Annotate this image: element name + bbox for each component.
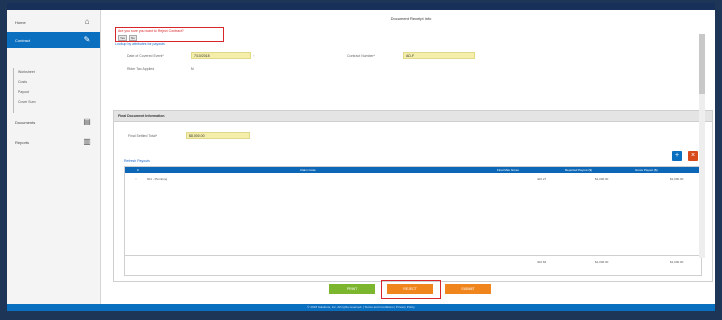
delete-row-button[interactable]: × [688,151,698,161]
submenu-item-cover-sum[interactable]: Cover Sum [18,100,36,104]
row-claim-code: 601 - Plumbing [147,177,168,181]
table-row[interactable]: ○ 601 - Plumbing 402.27 $1,000.00 $1,000… [125,175,701,183]
sidebar-item-contract[interactable]: Contract ✎ [7,32,100,48]
reject-confirmation: Are you sure you want to Reject Contract… [115,27,224,42]
payout-table: # Claim Code Final Max Gross Reported Pa… [124,166,702,276]
reject-button[interactable]: REJECT [387,284,433,294]
document-icon: ▤ [83,117,91,126]
contract-number-label: Contract Number* [347,54,376,58]
section-header: Final Document Information [114,111,712,122]
total-final-max: 402.84 [537,260,547,264]
sidebar-item-home[interactable]: Home ⌂ [7,14,100,30]
date-of-event-field[interactable]: 7/10/2018 [191,52,251,59]
sidebar-item-reports[interactable]: Reports ▥ [7,134,100,150]
header-final-max: Final Max Gross [497,168,519,172]
footer: © 2018 Solutions, Inc. All rights reserv… [7,304,715,311]
final-settled-label: Final Settled Total* [128,134,158,138]
main-content: Document Receipt Info Are you sure you w… [107,10,715,304]
pencil-icon: ✎ [83,35,91,44]
page-title: Document Receipt Info [390,16,432,21]
submenu-item-payout[interactable]: Payout [18,90,29,94]
header-gross-payout: Gross Payout ($) [635,168,658,172]
total-gross-payout: $1,000.00 [670,260,684,264]
lookup-payouts-link[interactable]: Lookup by attributes for payouts [115,42,165,46]
total-reported-payout: $1,000.00 [595,260,609,264]
final-settled-value: $8,000.00 [189,134,205,138]
window-titlebar [7,3,715,10]
row-reported-payout[interactable]: $1,000.00 [595,177,608,181]
contract-number-field[interactable]: AD-F [403,52,475,59]
date-label: Date of Covered Event* [127,54,164,58]
rider-tax-label: Rider Tax Applied [127,67,155,71]
rider-tax-value[interactable]: N [191,67,194,71]
sidebar: Home ⌂ Contract ✎ Worksheet Costs Payout… [7,10,101,304]
confirm-yes-button[interactable]: Yes [118,35,127,41]
footer-text: © 2018 Solutions, Inc. All rights reserv… [307,305,415,309]
add-row-button[interactable]: + [672,151,682,161]
scrollbar-thumb[interactable] [699,34,705,94]
submit-button[interactable]: SUBMIT [445,284,491,294]
calendar-icon[interactable]: ▫ [253,53,254,58]
section-title: Final Document Information [118,114,165,118]
home-icon: ⌂ [84,17,90,26]
row-gross-payout: $1,000.00 [670,177,684,181]
final-settled-field[interactable]: $8,000.00 [186,132,250,139]
submenu-item-worksheet[interactable]: Worksheet [18,70,35,74]
totals-row: 402.84 $1,000.00 $1,000.00 [125,259,701,267]
refresh-payouts-link[interactable]: Refresh Payouts [124,159,150,163]
app-frame: Home ⌂ Contract ✎ Worksheet Costs Payout… [7,10,715,310]
header-num: # [137,168,139,172]
table-header: # Claim Code Final Max Gross Reported Pa… [125,167,701,173]
contract-number-value: AD-F [406,54,415,58]
sidebar-item-label: Contract [15,38,31,43]
contract-submenu: Worksheet Costs Payout Cover Sum [13,68,69,113]
sidebar-item-documents[interactable]: Documents ▤ [7,114,100,130]
date-value: 7/10/2018 [194,54,210,58]
row-final-max: 402.27 [537,177,547,181]
print-button[interactable]: PRINT [329,284,375,294]
sidebar-item-label: Documents [15,120,36,125]
row-checkbox[interactable]: ○ [135,177,137,181]
submenu-item-costs[interactable]: Costs [18,80,27,84]
vertical-scrollbar[interactable] [699,34,705,258]
confirm-no-button[interactable]: No [129,35,137,41]
header-claim-code: Claim Code [300,168,316,172]
sidebar-item-label: Reports [15,140,30,145]
bar-chart-icon: ▥ [83,137,91,146]
sidebar-item-label: Home [15,20,26,25]
header-reported-payout: Reported Payout ($) [565,168,593,172]
reject-warning-text: Are you sure you want to Reject Contract… [118,29,184,33]
totals-divider [125,255,701,256]
final-document-section: Final Document Information Final Settled… [113,110,713,282]
